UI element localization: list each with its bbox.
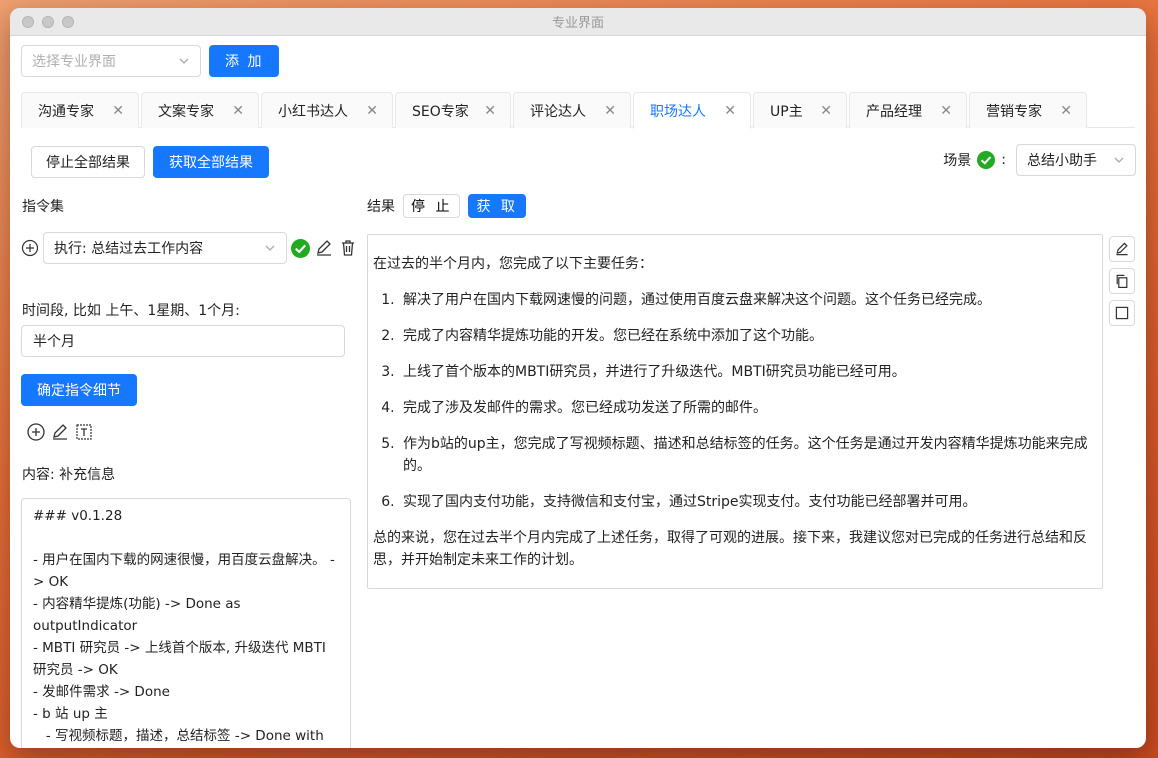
result-list: 解决了用户在国内下载网速慢的问题，通过使用百度云盘来解决这个问题。这个任务已经完… [373, 289, 1097, 513]
tab-item[interactable]: 文案专家 ✕ [141, 92, 259, 128]
result-content: 在过去的半个月内，您完成了以下主要任务： 解决了用户在国内下载网速慢的问题，通过… [367, 234, 1103, 589]
list-item: 上线了首个版本的MBTI研究员，并进行了升级迭代。MBTI研究员功能已经可用。 [399, 361, 1097, 383]
top-bar: 选择专业界面 添 加 [21, 45, 280, 77]
window-title: 专业界面 [551, 16, 604, 31]
profession-select-placeholder: 选择专业界面 [32, 54, 116, 70]
check-circle-icon [977, 151, 996, 169]
tab-label: SEO专家 [412, 103, 469, 120]
select-result-button[interactable] [1109, 300, 1135, 326]
tab-label: 小红书达人 [278, 103, 348, 120]
tab-item[interactable]: UP主 ✕ [753, 92, 847, 128]
minimize-window-button[interactable] [42, 16, 54, 28]
close-icon[interactable]: ✕ [820, 103, 832, 119]
tab-label: 评论达人 [530, 103, 586, 120]
add-button[interactable]: 添 加 [209, 45, 280, 77]
profession-tabs: 沟通专家 ✕ 文案专家 ✕ 小红书达人 ✕ SEO专家 ✕ 评论达人 ✕ 职场达人 ✕ UP… [21, 92, 1135, 129]
square-icon [1115, 306, 1129, 320]
list-item: 完成了内容精华提炼功能的开发。您已经在系统中添加了这个功能。 [399, 325, 1097, 347]
result-summary: 总的来说，您在过去半个月内完成了上述任务，取得了可观的进展。接下来，我建议您对已… [373, 530, 1087, 568]
time-input-value: 半个月 [33, 334, 75, 350]
scene-colon: : [1001, 152, 1006, 168]
content-tools [26, 422, 94, 442]
copy-result-button[interactable] [1109, 268, 1135, 294]
list-item: 作为b站的up主，您完成了写视频标题、描述和总结标签的任务。这个任务是通过开发内… [399, 433, 1097, 477]
time-label: 时间段, 比如 上午、1星期、1个月: [22, 303, 240, 319]
get-all-button[interactable]: 获取全部结果 [153, 146, 269, 178]
tab-label: 产品经理 [866, 103, 922, 120]
tab-item[interactable]: 评论达人 ✕ [513, 92, 631, 128]
command-row: 执行: 总结过去工作内容 [21, 232, 358, 264]
tab-item[interactable]: 产品经理 ✕ [849, 92, 967, 128]
close-icon[interactable]: ✕ [484, 103, 496, 119]
scene-select[interactable]: 总结小助手 [1016, 144, 1136, 176]
zoom-window-button[interactable] [62, 16, 74, 28]
instructions-label: 指令集 [22, 199, 64, 215]
edit-icon[interactable] [314, 238, 334, 258]
tab-item-active[interactable]: 职场达人 ✕ [633, 92, 751, 129]
close-icon[interactable]: ✕ [604, 103, 616, 119]
list-item: 完成了涉及发邮件的需求。您已经成功发送了所需的邮件。 [399, 397, 1097, 419]
command-select[interactable]: 执行: 总结过去工作内容 [43, 232, 287, 264]
window-controls [22, 16, 74, 28]
result-intro: 在过去的半个月内，您完成了以下主要任务： [373, 256, 653, 272]
close-window-button[interactable] [22, 16, 34, 28]
text-box-icon[interactable] [74, 422, 94, 442]
command-select-value: 执行: 总结过去工作内容 [54, 241, 204, 257]
edit-icon[interactable] [50, 422, 70, 442]
tab-label: UP主 [770, 103, 803, 120]
chevron-down-icon [265, 245, 275, 251]
chevron-down-icon [1114, 157, 1124, 163]
scene-label: 场景 [943, 153, 972, 169]
result-label: 结果 [367, 199, 395, 215]
confirm-instruction-button[interactable]: 确定指令细节 [21, 374, 137, 406]
list-item: 实现了国内支付功能，支持微信和支付宝，通过Stripe实现支付。支付功能已经部署… [399, 491, 1097, 513]
app-window: 专业界面 选择专业界面 添 加 沟通专家 ✕ 文案专家 ✕ 小红书达人 ✕ SEO专家… [10, 8, 1146, 748]
tab-label: 营销专家 [986, 103, 1042, 120]
time-input[interactable]: 半个月 [21, 325, 345, 357]
result-actions: 停止全部结果 获取全部结果 [31, 146, 269, 178]
scene-selector: 场景 : 总结小助手 [943, 144, 1136, 176]
close-icon[interactable]: ✕ [724, 103, 736, 119]
stop-button[interactable]: 停 止 [403, 194, 461, 218]
close-icon[interactable]: ✕ [112, 103, 124, 119]
tab-item[interactable]: SEO专家 ✕ [395, 92, 511, 128]
tab-item[interactable]: 沟通专家 ✕ [21, 92, 139, 128]
edit-result-button[interactable] [1109, 236, 1135, 262]
tab-item[interactable]: 小红书达人 ✕ [261, 92, 393, 128]
content-textarea[interactable]: ### v0.1.28 - 用户在国内下载的网速很慢，用百度云盘解决。 -> O… [21, 498, 351, 748]
edit-icon [1116, 242, 1128, 256]
close-icon[interactable]: ✕ [232, 103, 244, 119]
check-circle-icon[interactable] [291, 238, 310, 258]
copy-icon [1116, 274, 1128, 288]
result-header: 结果 停 止 获 取 [367, 194, 526, 218]
tab-label: 职场达人 [650, 103, 706, 120]
scene-select-value: 总结小助手 [1027, 153, 1097, 169]
list-item: 解决了用户在国内下载网速慢的问题，通过使用百度云盘来解决这个问题。这个任务已经完… [399, 289, 1097, 311]
trash-icon[interactable] [338, 238, 358, 258]
tab-item[interactable]: 营销专家 ✕ [969, 92, 1087, 128]
tab-label: 文案专家 [158, 103, 214, 120]
result-tools [1109, 236, 1135, 326]
title-bar: 专业界面 [10, 8, 1146, 36]
close-icon[interactable]: ✕ [940, 103, 952, 119]
content-label: 内容: 补充信息 [22, 467, 116, 483]
get-button[interactable]: 获 取 [468, 194, 526, 218]
chevron-down-icon [179, 58, 189, 64]
stop-all-button[interactable]: 停止全部结果 [31, 146, 145, 178]
close-icon[interactable]: ✕ [1060, 103, 1072, 119]
tab-label: 沟通专家 [38, 103, 94, 120]
close-icon[interactable]: ✕ [366, 103, 378, 119]
profession-select[interactable]: 选择专业界面 [21, 45, 201, 77]
plus-circle-icon[interactable] [21, 239, 39, 257]
plus-circle-icon[interactable] [26, 422, 46, 442]
